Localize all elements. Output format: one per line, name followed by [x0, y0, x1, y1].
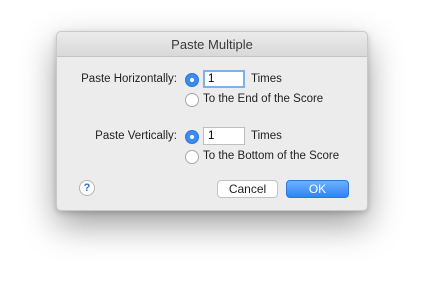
vertical-times-label: Times	[251, 130, 282, 142]
paste-multiple-dialog: Paste Multiple Paste Horizontally: Times…	[56, 31, 368, 211]
vertical-bottom-radio[interactable]	[185, 150, 199, 164]
paste-horizontally-label: Paste Horizontally:	[81, 73, 177, 85]
horizontal-times-label: Times	[251, 73, 282, 85]
vertical-bottom-label[interactable]: To the Bottom of the Score	[203, 150, 339, 162]
horizontal-end-label[interactable]: To the End of the Score	[203, 93, 323, 105]
horizontal-times-radio[interactable]	[185, 73, 199, 87]
vertical-times-radio[interactable]	[185, 130, 199, 144]
horizontal-end-radio[interactable]	[185, 93, 199, 107]
help-icon[interactable]: ?	[79, 180, 95, 196]
paste-vertically-label: Paste Vertically:	[95, 130, 177, 142]
horizontal-times-input[interactable]	[203, 70, 245, 88]
title-bar[interactable]: Paste Multiple	[57, 32, 367, 57]
dialog-title: Paste Multiple	[171, 37, 253, 52]
cancel-button[interactable]: Cancel	[217, 180, 278, 198]
vertical-times-input[interactable]	[203, 127, 245, 145]
ok-button[interactable]: OK	[286, 180, 349, 198]
